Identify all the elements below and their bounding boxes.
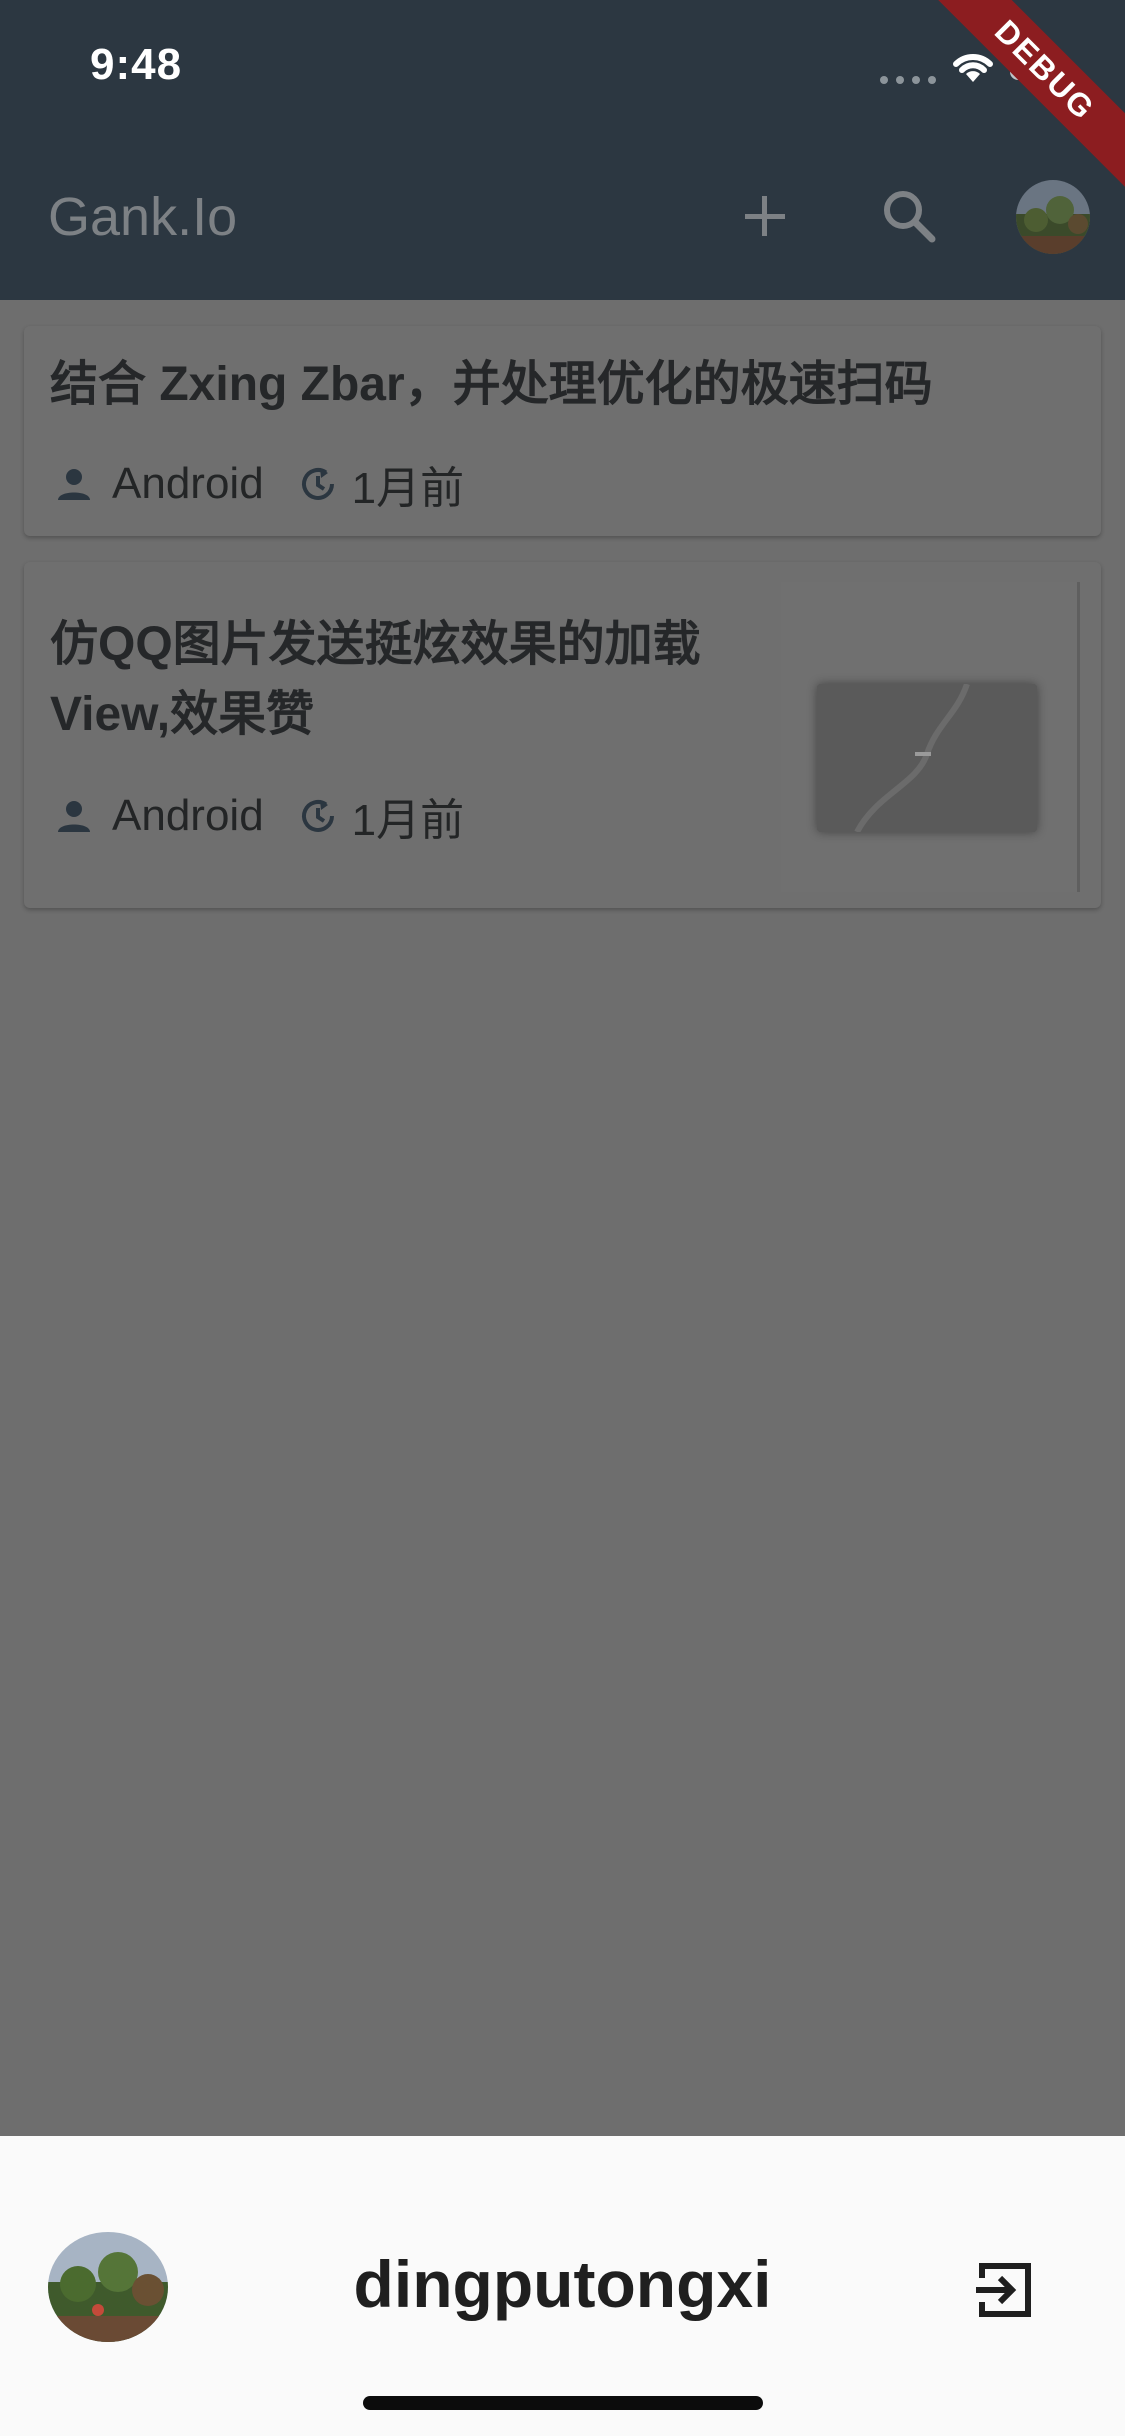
search-icon[interactable]: [876, 180, 946, 252]
person-icon: [50, 460, 98, 508]
bottom-sheet: dingputongxi: [0, 2136, 1125, 2436]
clock-icon: [294, 792, 342, 840]
app-header: 9:48 DEBUG Gank.Io: [0, 0, 1125, 300]
status-time: 9:48: [90, 40, 183, 89]
person-icon: [50, 792, 98, 840]
article-title: 仿QQ图片发送挺炫效果的加载View,效果赞: [50, 618, 701, 741]
article-time: 1月前: [351, 796, 465, 845]
article-card[interactable]: 仿QQ图片发送挺炫效果的加载View,效果赞 Android 1月前: [24, 562, 1101, 908]
article-time: 1月前: [351, 464, 465, 513]
article-meta: Android 1月前: [50, 452, 464, 516]
article-author: Android: [112, 791, 264, 840]
app-title: Gank.Io: [48, 187, 238, 247]
article-author: Android: [112, 459, 264, 508]
clock-icon: [294, 460, 342, 508]
logout-icon[interactable]: [972, 2258, 1036, 2322]
avatar[interactable]: [1016, 180, 1090, 254]
username: dingputongxi: [353, 2247, 772, 2321]
debug-banner: DEBUG: [920, 0, 1125, 195]
wifi-icon: [953, 53, 993, 82]
thumbnail-image: [817, 684, 1037, 832]
plus-icon[interactable]: [735, 180, 795, 252]
article-thumbnail[interactable]: [781, 582, 1080, 892]
article-meta: Android 1月前: [50, 784, 464, 848]
article-card[interactable]: 结合 Zxing Zbar，并处理优化的极速扫码 Android 1月前: [24, 326, 1101, 536]
article-title: 结合 Zxing Zbar，并处理优化的极速扫码: [50, 358, 933, 411]
cellular-signal-icon: [880, 76, 936, 84]
home-indicator[interactable]: [363, 2396, 763, 2410]
